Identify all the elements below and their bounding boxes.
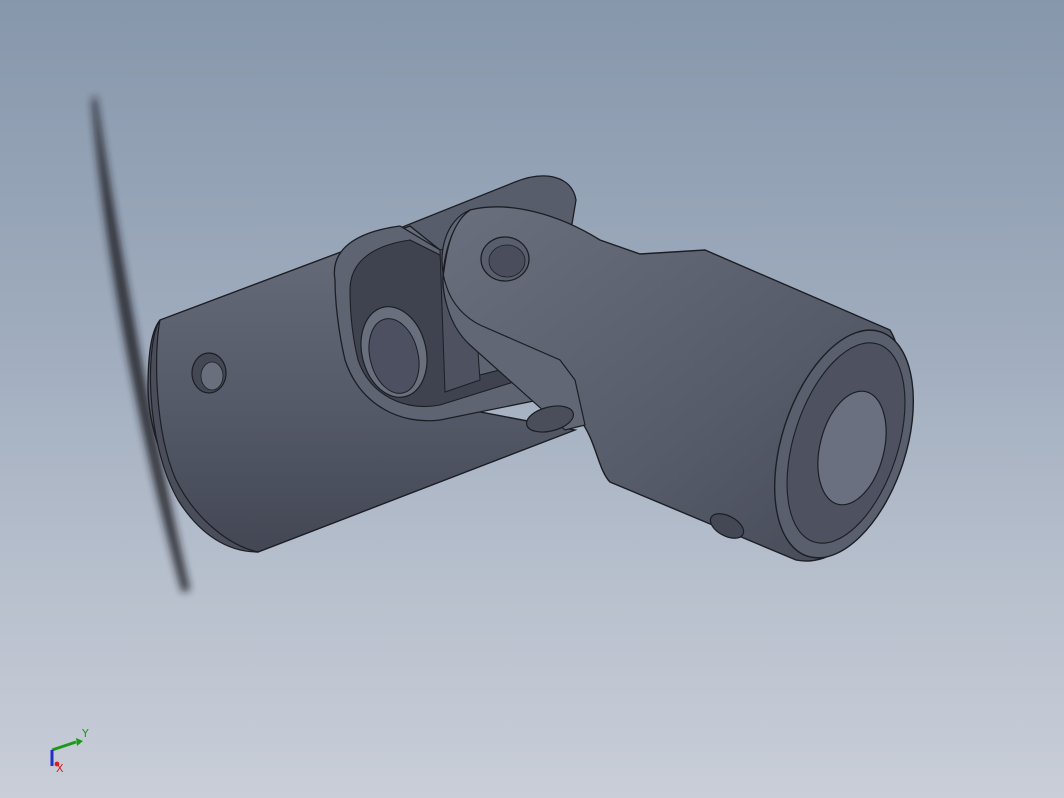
triad-x-label: X [56,762,64,775]
triad-y-label: Y [81,727,89,740]
coordinate-triad[interactable]: Y X [40,724,100,776]
universal-joint-model[interactable] [0,0,1064,798]
left-set-screw-hole-inner [200,361,224,391]
graphics-viewport[interactable]: Y X [0,0,1064,798]
triad-y-axis [51,740,77,752]
cross-pin-hole-top-inner [488,244,526,278]
